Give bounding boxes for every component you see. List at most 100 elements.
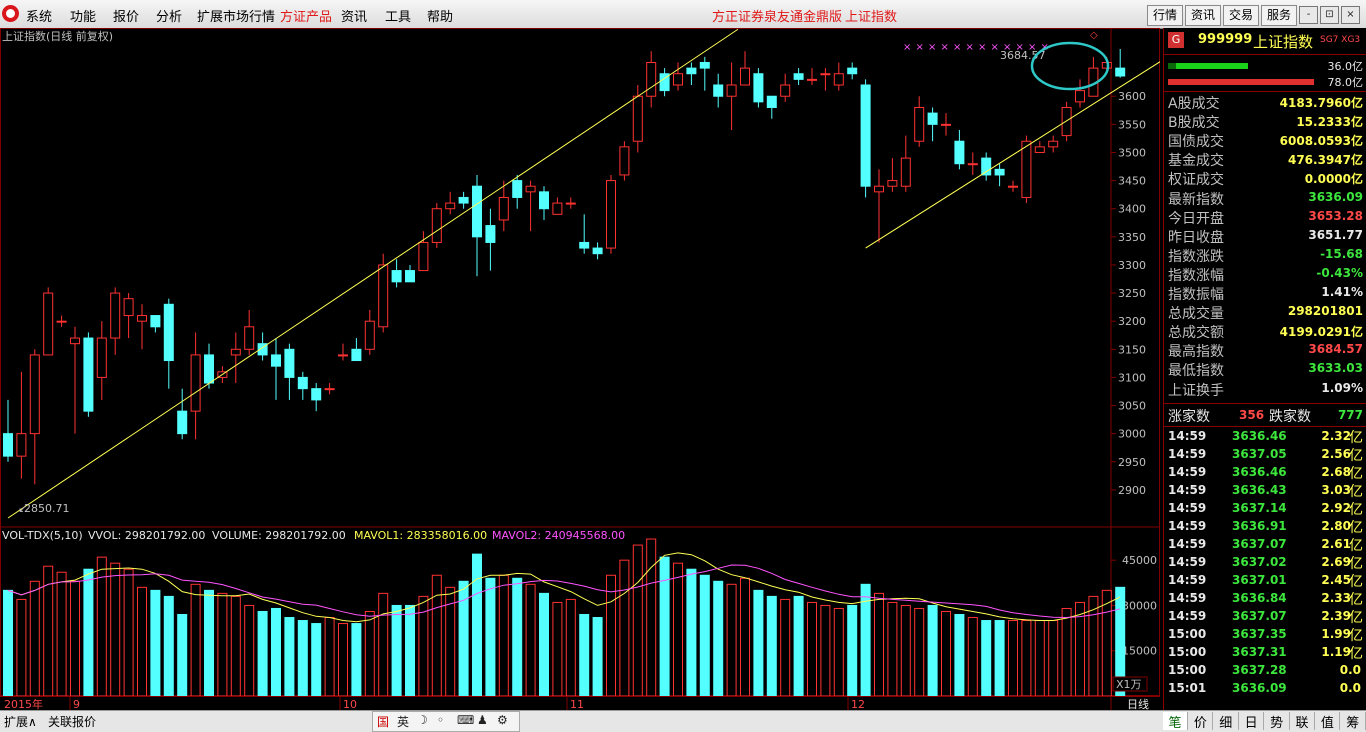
ime-icon[interactable]: ⚙ bbox=[497, 713, 508, 727]
volume-bar bbox=[190, 583, 201, 696]
volume-bar bbox=[994, 620, 1005, 696]
tick-unit: 亿 bbox=[1349, 610, 1363, 626]
stat-label: 上证换手 bbox=[1168, 382, 1224, 399]
candle bbox=[284, 348, 295, 378]
panel-tab[interactable]: 筹 bbox=[1341, 712, 1366, 731]
menu-quote[interactable]: 报价 bbox=[113, 6, 139, 25]
panel-tab[interactable]: 联 bbox=[1290, 712, 1315, 731]
price-tick-label: 3100 bbox=[1118, 371, 1146, 384]
stat-value: 6008.0593亿 bbox=[1279, 134, 1363, 149]
candle bbox=[498, 196, 509, 221]
tick-row: 14:59 3637.05 2.56 亿 bbox=[1168, 447, 1363, 465]
trend-line[interactable] bbox=[7, 28, 739, 519]
panel-tab[interactable]: 细 bbox=[1214, 712, 1239, 731]
vol-tick-label: 15000 bbox=[1122, 645, 1157, 658]
candle bbox=[190, 354, 201, 412]
menu-products[interactable]: 方证产品 bbox=[280, 6, 332, 25]
panel-tab[interactable]: 势 bbox=[1265, 712, 1290, 731]
signal-marker-icon: × bbox=[941, 42, 949, 53]
candle bbox=[1034, 146, 1045, 153]
ime-icon[interactable]: ◦ bbox=[437, 713, 444, 727]
volume-bar bbox=[699, 574, 710, 696]
volume-bar bbox=[753, 589, 764, 696]
tick-row: 14:59 3636.46 2.68 亿 bbox=[1168, 465, 1363, 483]
tick-volume: 1.99 bbox=[1321, 627, 1351, 641]
tick-volume: 2.33 bbox=[1321, 591, 1351, 605]
volume-bar bbox=[56, 571, 67, 696]
minimize-icon[interactable]: - bbox=[1299, 6, 1318, 24]
stat-value: 3633.03 bbox=[1308, 361, 1363, 376]
restore-icon[interactable]: ⊡ bbox=[1320, 6, 1339, 24]
advancers-count: 356 bbox=[1239, 408, 1265, 422]
volume-bar bbox=[230, 595, 241, 696]
period-label[interactable]: 日线 bbox=[1127, 697, 1149, 711]
inflow-bar bbox=[1168, 63, 1248, 69]
tick-row: 14:59 3637.07 2.39 亿 bbox=[1168, 609, 1363, 627]
volume-bar bbox=[726, 583, 737, 696]
tick-time: 14:59 bbox=[1168, 609, 1207, 623]
candle bbox=[1008, 185, 1018, 188]
tick-price: 3637.14 bbox=[1232, 501, 1287, 515]
candle bbox=[1115, 67, 1126, 77]
tick-volume: 2.68 bbox=[1321, 465, 1351, 479]
related-quote-tab[interactable]: 关联报价 bbox=[48, 713, 96, 730]
quote-button[interactable]: 行情 bbox=[1147, 5, 1183, 26]
candle bbox=[967, 163, 978, 166]
volume-bar bbox=[485, 577, 496, 696]
candle bbox=[29, 354, 40, 435]
trade-button[interactable]: 交易 bbox=[1223, 5, 1259, 26]
ime-icon[interactable]: 英 bbox=[397, 713, 409, 730]
news-button[interactable]: 资讯 bbox=[1185, 5, 1221, 26]
stat-label: 指数振幅 bbox=[1168, 287, 1224, 303]
ime-icon[interactable]: ☽ bbox=[417, 713, 428, 727]
tick-time: 15:00 bbox=[1168, 663, 1207, 677]
candle bbox=[472, 185, 482, 238]
ime-icon[interactable]: ♟ bbox=[477, 713, 488, 727]
menu-system[interactable]: 系统 bbox=[26, 6, 52, 25]
panel-tab[interactable]: 值 bbox=[1315, 712, 1341, 731]
menu-extended-market[interactable]: 扩展市场行情 bbox=[197, 6, 275, 25]
candle bbox=[351, 348, 362, 362]
ime-icon[interactable]: 国 bbox=[377, 713, 389, 730]
service-button[interactable]: 服务 bbox=[1261, 5, 1297, 26]
stat-label: 基金成交 bbox=[1168, 153, 1224, 170]
candle bbox=[1075, 90, 1085, 103]
menu-help[interactable]: 帮助 bbox=[427, 6, 453, 25]
stat-value: -0.43% bbox=[1316, 265, 1363, 280]
volume-bar bbox=[1101, 589, 1112, 696]
tick-volume: 0.0 bbox=[1339, 681, 1361, 695]
signal-marker-icon: × bbox=[991, 42, 999, 53]
candle bbox=[297, 376, 308, 390]
stat-row: 权证成交 0.0000亿 bbox=[1168, 169, 1363, 188]
candle bbox=[820, 73, 831, 76]
menu-function[interactable]: 功能 bbox=[70, 6, 96, 25]
tick-unit: 亿 bbox=[1349, 574, 1363, 590]
panel-tab[interactable]: 日 bbox=[1239, 712, 1265, 731]
candle bbox=[713, 84, 724, 97]
candle bbox=[619, 146, 630, 176]
tick-volume: 2.92 bbox=[1321, 501, 1351, 515]
candle bbox=[418, 241, 429, 272]
kline-chart[interactable]: 3600 3550 3500 3450 3400 3350 3300 3250 3200 3150… bbox=[0, 28, 1160, 696]
volume-bar bbox=[552, 601, 563, 696]
ime-icon[interactable]: ⌨ bbox=[457, 713, 474, 727]
panel-tab[interactable]: 价 bbox=[1188, 712, 1214, 731]
menu-tools[interactable]: 工具 bbox=[385, 6, 411, 25]
app-logo-icon[interactable] bbox=[2, 5, 19, 22]
menu-news[interactable]: 资讯 bbox=[341, 6, 367, 25]
app-title: 方正证券泉友通金鼎版 bbox=[712, 10, 843, 25]
candle bbox=[780, 84, 791, 97]
volume-bar bbox=[619, 559, 630, 696]
candle bbox=[673, 73, 683, 86]
expand-tab[interactable]: 扩展∧ bbox=[4, 713, 37, 730]
tick-unit: 亿 bbox=[1349, 448, 1363, 464]
tick-row: 15:00 3637.35 1.99 亿 bbox=[1168, 627, 1363, 645]
price-tick-label: 2900 bbox=[1118, 484, 1146, 497]
tick-price: 3637.07 bbox=[1232, 609, 1287, 623]
tick-price: 3636.46 bbox=[1232, 429, 1287, 443]
menu-analysis[interactable]: 分析 bbox=[156, 6, 182, 25]
volume-bar bbox=[271, 607, 281, 696]
panel-tab[interactable]: 笔 bbox=[1163, 712, 1188, 731]
close-icon[interactable]: × bbox=[1341, 6, 1360, 24]
signal-marker-icon: × bbox=[978, 42, 986, 53]
